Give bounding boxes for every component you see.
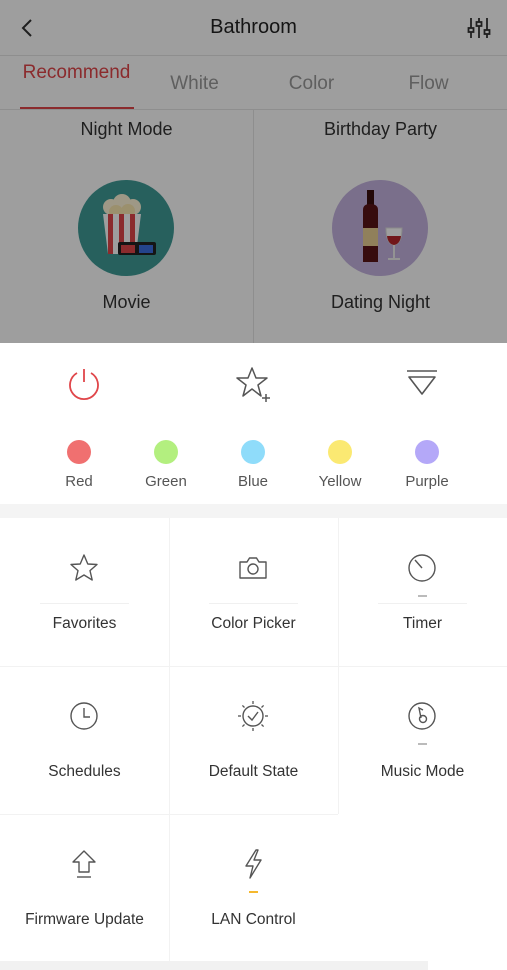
color-swatch xyxy=(241,440,265,464)
upload-arrow-icon xyxy=(72,850,96,878)
color-purple[interactable]: Purple xyxy=(387,438,467,498)
color-label: Purple xyxy=(405,473,449,490)
default-state-button[interactable]: Default State xyxy=(169,666,338,814)
cell-label: Firmware Update xyxy=(25,911,144,928)
scene-label: Dating Night xyxy=(330,292,431,312)
star-icon xyxy=(70,554,98,581)
star-plus-icon xyxy=(236,367,270,402)
dropdown-triangle-icon xyxy=(407,370,437,395)
section-separator xyxy=(0,504,507,518)
cell-label: Favorites xyxy=(52,615,117,632)
settings-button[interactable] xyxy=(465,14,493,42)
divider xyxy=(40,603,129,604)
indicator-dash xyxy=(418,595,427,597)
scene-movie[interactable]: Movie xyxy=(0,170,253,330)
collapse-button[interactable] xyxy=(402,363,442,403)
color-swatch xyxy=(415,440,439,464)
tab-flow[interactable]: Flow xyxy=(370,56,487,110)
color-swatch xyxy=(154,440,178,464)
feature-grid: Favorites Color Picker Timer Schedules D… xyxy=(0,518,507,963)
scene-night-mode[interactable]: Night Mode xyxy=(0,119,253,140)
music-mode-button[interactable]: Music Mode xyxy=(338,666,507,814)
sliders-icon xyxy=(467,18,491,38)
scene-grid: Night Mode Birthday Party Movie Dating N… xyxy=(0,110,507,343)
cell-label: Color Picker xyxy=(211,615,296,632)
tab-white[interactable]: White xyxy=(136,56,253,110)
cell-label: Schedules xyxy=(48,763,121,780)
indicator-dash xyxy=(418,743,427,745)
clock-icon xyxy=(70,702,98,730)
popcorn-3d-glasses-icon xyxy=(78,180,174,276)
page-title: Bathroom xyxy=(210,16,297,38)
active-tab-indicator xyxy=(20,107,134,109)
add-favorite-button[interactable] xyxy=(233,363,273,403)
color-blue[interactable]: Blue xyxy=(213,438,293,498)
power-icon xyxy=(69,369,99,401)
tab-recommend[interactable]: Recommend xyxy=(18,56,135,110)
scene-dating-night[interactable]: Dating Night xyxy=(254,170,507,330)
divider xyxy=(378,603,467,604)
color-label: Blue xyxy=(237,473,269,490)
scene-birthday-party[interactable]: Birthday Party xyxy=(254,119,507,140)
cell-label: Default State xyxy=(208,763,299,780)
firmware-update-button[interactable]: Firmware Update xyxy=(0,814,169,962)
color-label: Green xyxy=(145,473,187,490)
check-sun-icon xyxy=(238,701,268,731)
color-picker-button[interactable]: Color Picker xyxy=(169,518,338,666)
wine-bottle-glass-icon xyxy=(332,180,428,276)
color-yellow[interactable]: Yellow xyxy=(300,438,380,498)
indicator-dash xyxy=(249,891,258,893)
cell-label: LAN Control xyxy=(211,911,296,928)
timer-icon xyxy=(408,554,436,582)
color-red[interactable]: Red xyxy=(39,438,119,498)
bottom-bar xyxy=(0,961,428,970)
quick-actions xyxy=(0,343,507,423)
color-swatch xyxy=(67,440,91,464)
control-sheet: Red Green Blue Yellow Purple Favorites C… xyxy=(0,343,507,970)
color-label: Red xyxy=(65,473,93,490)
camera-icon xyxy=(239,557,267,579)
header: Bathroom xyxy=(0,0,507,56)
cell-label: Music Mode xyxy=(380,763,465,780)
color-label: Yellow xyxy=(318,473,362,490)
divider xyxy=(209,603,298,604)
timer-button[interactable]: Timer xyxy=(338,518,507,666)
room-screen: Bathroom Recommend White Color Flow Nigh… xyxy=(0,0,507,343)
favorites-button[interactable]: Favorites xyxy=(0,518,169,666)
mode-tabs: Recommend White Color Flow xyxy=(0,56,507,110)
power-button[interactable] xyxy=(64,363,104,403)
scene-label: Movie xyxy=(102,292,151,312)
color-swatch xyxy=(328,440,352,464)
color-presets: Red Green Blue Yellow Purple xyxy=(0,433,507,503)
schedules-button[interactable]: Schedules xyxy=(0,666,169,814)
tab-color[interactable]: Color xyxy=(253,56,370,110)
lightning-icon xyxy=(245,849,262,879)
color-green[interactable]: Green xyxy=(126,438,206,498)
music-note-icon xyxy=(408,702,436,730)
cell-label: Timer xyxy=(402,615,443,632)
lan-control-button[interactable]: LAN Control xyxy=(169,814,338,962)
